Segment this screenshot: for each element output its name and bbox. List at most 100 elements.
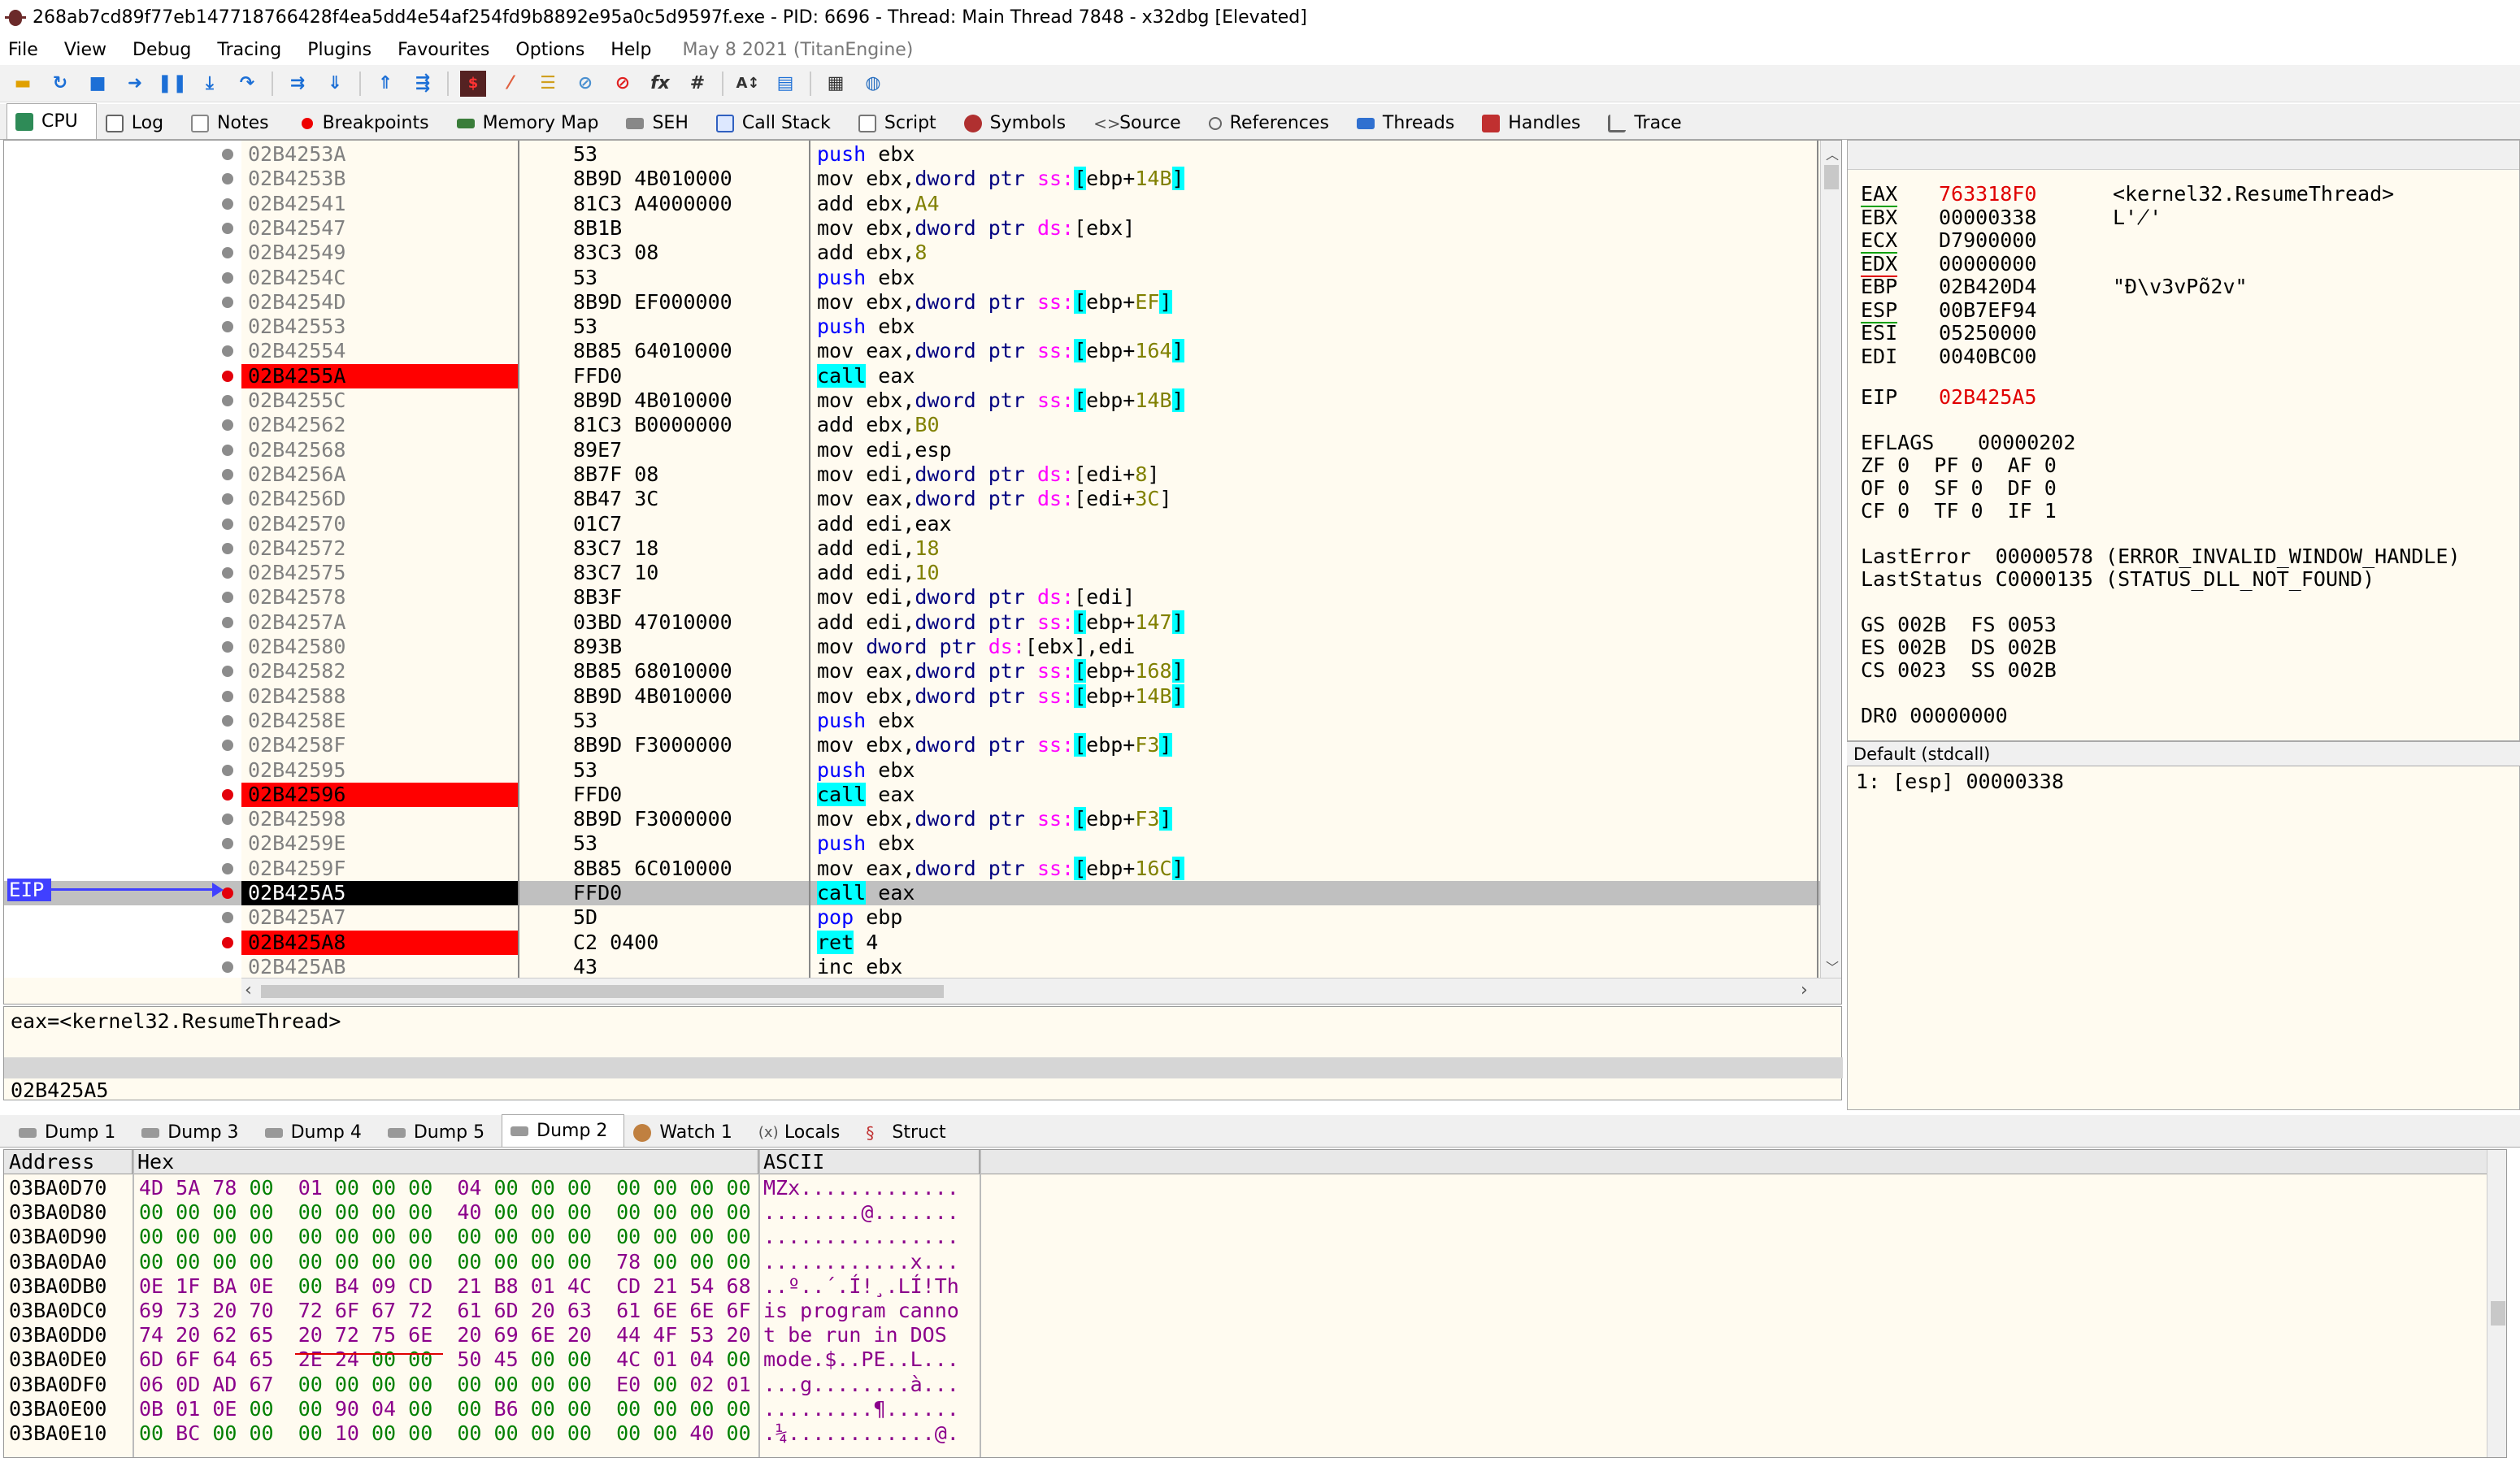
segment-row[interactable]: GS 002B FS 0053 [1861,614,2057,636]
register-value[interactable]: 02B420D4 [1939,276,2036,298]
registers-view[interactable]: EAX 763318F0 <kernel32.ResumeThread> EBX 000… [1847,140,2520,741]
dump-address[interactable]: 03BA0DB0 [9,1274,106,1299]
disassembly-row[interactable]: 02B42541 81C3 A4000000 add ebx,A4 [4,192,1822,216]
calculator-icon[interactable]: ▦ [823,71,849,97]
reg-eflags-value[interactable]: 00000202 [1978,432,2075,454]
flags-row[interactable]: CF 0 TF 0 IF 1 [1861,500,2057,523]
breakpoint-slot-icon[interactable] [222,714,233,727]
breakpoint-slot-icon[interactable] [222,690,233,702]
dump-hex-bytes[interactable]: 00 BC 00 00 00 10 00 00 00 00 00 00 00 0… [139,1421,751,1446]
breakpoint-slot-icon[interactable] [222,961,233,973]
dump-hex-bytes[interactable]: 00 00 00 00 00 00 00 00 00 00 00 00 78 0… [139,1250,751,1274]
dump-ascii[interactable]: is program canno [763,1299,959,1323]
breakpoint-slot-icon[interactable] [222,567,233,579]
patch-icon[interactable]: ⁄ [497,71,524,97]
scrollbar-thumb[interactable] [1824,165,1839,189]
dump-row[interactable]: 03BA0D90 00 00 00 00 00 00 00 00 00 00 00… [4,1225,980,1249]
dump-address[interactable]: 03BA0DA0 [9,1250,106,1274]
instruction-address[interactable]: 02B42568 [241,438,518,462]
instruction-address[interactable]: 02B4257A [241,610,518,635]
hex-dump-view[interactable]: Address Hex ASCII 03BA0D70 4D 5A 78 00 01… [3,1149,2507,1458]
menu-help[interactable]: Help [610,40,651,60]
disassembly-row[interactable]: 02B42575 83C7 10 add edi,10 [4,561,1822,585]
disassembly-row[interactable]: 02B42547 8B1B mov ebx,dword ptr ds:[ebx] [4,216,1822,241]
disassembly-row[interactable]: 02B42578 8B3F mov edi,dword ptr ds:[edi] [4,585,1822,610]
tab-seh[interactable]: SEH [617,106,707,139]
instruction-address[interactable]: 02B42582 [241,659,518,683]
open-icon[interactable]: ▬ [10,71,36,97]
scrollbar-thumb[interactable] [2491,1301,2505,1326]
column-header-hex[interactable]: Hex [133,1150,758,1174]
dump-vertical-scrollbar[interactable] [2487,1150,2506,1457]
instruction-address[interactable]: 02B42580 [241,635,518,659]
tab-cpu[interactable]: CPU [7,103,97,139]
font-icon[interactable]: A↕ [735,71,761,97]
disassembly-row[interactable]: 02B42568 89E7 mov edi,esp [4,438,1822,462]
disassembly-row[interactable]: 02B42596 FFD0 call eax [4,782,1822,807]
dump-row[interactable]: 03BA0D80 00 00 00 00 00 00 00 00 40 00 00… [4,1200,980,1225]
register-value[interactable]: 00B7EF94 [1939,298,2036,322]
breakpoint-slot-icon[interactable] [222,493,233,506]
breakpoint-slot-icon[interactable] [222,296,233,308]
disassembly-row[interactable]: 02B42588 8B9D 4B010000 mov ebx,dword ptr s… [4,683,1822,709]
instruction-address[interactable]: 02B4258F [241,733,518,757]
breakpoint-slot-icon[interactable] [222,912,233,924]
dump-ascii[interactable]: ..º..´.Í!¸.LÍ!Th [763,1274,959,1299]
dump-hex-bytes[interactable]: 69 73 20 70 72 6F 67 72 61 6D 20 63 61 6… [139,1299,751,1323]
reg-eip-name[interactable]: EIP [1861,386,1897,409]
dump-ascii[interactable]: MZx............. [763,1176,959,1200]
tab-trace[interactable]: Trace [1599,106,1701,139]
instruction-address[interactable]: 02B42541 [241,192,518,216]
instruction-address[interactable]: 02B425AB [241,955,518,979]
register-value[interactable]: D7900000 [1939,229,2036,252]
tab-dump-1[interactable]: Dump 1 [10,1117,133,1147]
last-status[interactable]: LastStatus C0000135 (STATUS_DLL_NOT_FOUN… [1861,568,2374,591]
breakpoint-slot-icon[interactable] [222,444,233,456]
breakpoint-slot-icon[interactable] [222,321,233,333]
breakpoint-slot-icon[interactable] [222,345,233,358]
bookmark-icon[interactable]: ⊘ [610,71,636,97]
instruction-address[interactable]: 02B4254C [241,266,518,290]
segment-row[interactable]: ES 002B DS 002B [1861,636,2057,659]
step-over-icon[interactable]: ↷ [234,71,260,97]
tab-struct[interactable]: § Struct [857,1117,962,1147]
disassembly-row[interactable]: 02B4253A 53 push ebx [4,142,1822,167]
favourites-icon[interactable]: ▤ [772,71,798,97]
dump-row[interactable]: 03BA0DC0 69 73 20 70 72 6F 67 72 61 6D 20… [4,1299,980,1323]
execute-till-return-icon[interactable]: ⇑ [372,71,398,97]
dump-address[interactable]: 03BA0DD0 [9,1323,106,1347]
dump-hex-bytes[interactable]: 00 00 00 00 00 00 00 00 40 00 00 00 00 0… [139,1200,751,1225]
register-row[interactable]: EDX 00000000 [1848,252,2519,277]
debug-register-dr0[interactable]: DR0 00000000 [1861,705,2008,727]
instruction-address[interactable]: 02B425A5 [241,881,518,905]
scroll-down-arrow-icon[interactable]: ﹀ [1826,957,1839,976]
tab-handles[interactable]: Handles [1473,106,1600,139]
comment-icon[interactable]: ☰ [535,71,561,97]
breakpoint-slot-icon[interactable] [222,641,233,653]
disassembly-row[interactable]: 02B4256A 8B7F 08 mov edi,dword ptr ds:[edi… [4,462,1822,487]
dump-address[interactable]: 03BA0E10 [9,1421,106,1446]
disassembly-row[interactable]: 02B4259E 53 push ebx [4,831,1822,856]
menu-view[interactable]: View [64,40,106,60]
instruction-address[interactable]: 02B42553 [241,315,518,339]
disassembly-row[interactable]: 02B4254C 53 push ebx [4,266,1822,290]
disassembly-row[interactable]: 02B4257A 03BD 47010000 add edi,dword ptr s… [4,610,1822,635]
instruction-address[interactable]: 02B4253A [241,142,518,167]
instruction-address[interactable]: 02B42596 [241,782,518,807]
disassembly-row[interactable]: 02B42598 8B9D F3000000 mov ebx,dword ptr s… [4,807,1822,831]
disassembly-row[interactable]: 02B42595 53 push ebx [4,758,1822,783]
breakpoint-icon[interactable] [222,370,233,382]
breakpoint-slot-icon[interactable] [222,247,233,259]
column-header-ascii[interactable]: ASCII [758,1150,980,1174]
menu-plugins[interactable]: Plugins [307,40,371,60]
breakpoint-slot-icon[interactable] [222,468,233,480]
disassembly-row[interactable]: 02B42570 01C7 add edi,eax [4,512,1822,536]
dump-hex-bytes[interactable]: 74 20 62 65 20 72 75 6E 20 69 6E 20 44 4… [139,1323,751,1347]
register-value[interactable]: 763318F0 [1939,183,2036,206]
breakpoint-slot-icon[interactable] [222,666,233,678]
instruction-address[interactable]: 02B42588 [241,684,518,709]
reg-eflags-name[interactable]: EFLAGS [1861,432,1934,454]
breakpoint-slot-icon[interactable] [222,592,233,604]
disassembly-view[interactable]: 02B4253A 53 push ebx 02B4253B 8B9D 4B010000 m… [3,140,1842,1005]
breakpoint-slot-icon[interactable] [222,862,233,874]
